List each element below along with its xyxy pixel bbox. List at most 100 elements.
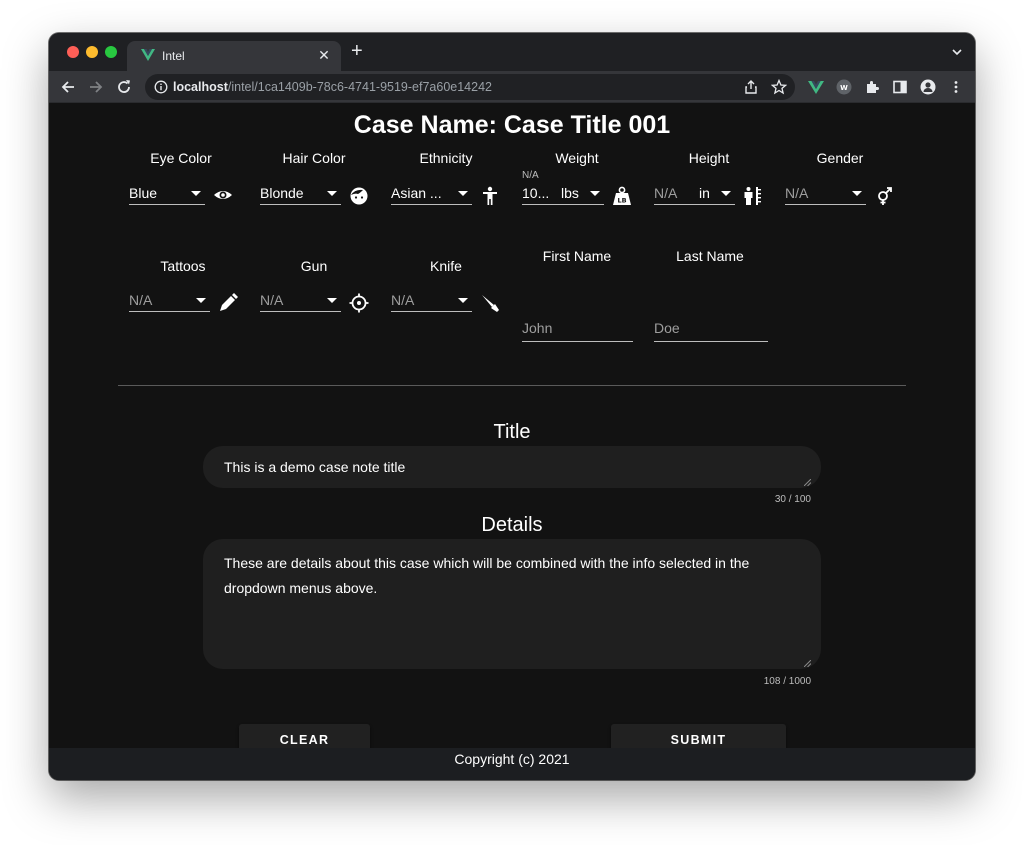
browser-tab[interactable]: Intel ✕ xyxy=(127,41,341,71)
svg-text:W: W xyxy=(840,84,848,92)
page-content: Case Name: Case Title 001 Eye Color Blue… xyxy=(49,103,975,780)
chevron-down-icon xyxy=(196,298,206,303)
knife-icon xyxy=(482,295,499,312)
gun-label: Gun xyxy=(300,258,328,274)
weight-unit-select[interactable]: lbs xyxy=(554,183,604,205)
gun-select[interactable]: N/A xyxy=(260,290,341,312)
height-unit-value: in xyxy=(699,185,710,201)
hair-color-field: Hair Color xyxy=(249,150,379,170)
ethnicity-label: Ethnicity xyxy=(419,150,473,166)
weight-value: 10... xyxy=(522,185,550,201)
bookmark-star-icon[interactable] xyxy=(771,79,787,95)
tab-strip: Intel ✕ + xyxy=(49,33,975,71)
title-heading: Title xyxy=(493,421,531,443)
chevron-down-icon xyxy=(327,191,337,196)
title-char-counter: 30 / 100 xyxy=(774,494,811,505)
gender-field: Gender xyxy=(775,150,905,170)
gender-icon xyxy=(878,187,892,205)
tattoos-value: N/A xyxy=(129,292,153,308)
case-name-heading: Case Name: Case Title 001 xyxy=(353,111,671,139)
chevron-down-icon xyxy=(721,191,731,196)
ethnicity-value: Asian ... xyxy=(391,185,442,201)
ethnicity-select[interactable]: Asian ... xyxy=(391,183,472,205)
forward-arrow-icon[interactable] xyxy=(88,79,104,95)
reload-icon[interactable] xyxy=(116,79,132,95)
title-textarea-wrapper: This is a demo case note title xyxy=(203,446,821,488)
profile-avatar-icon[interactable] xyxy=(920,79,936,95)
chevron-down-icon[interactable] xyxy=(951,46,963,58)
close-window-button[interactable] xyxy=(67,46,79,58)
crosshair-icon xyxy=(349,293,369,313)
eye-color-select[interactable]: Blue xyxy=(129,183,205,205)
weight-unit-value: lbs xyxy=(561,185,579,201)
eye-color-label: Eye Color xyxy=(150,150,212,166)
last-name-input-wrapper xyxy=(654,318,768,342)
last-name-field: Last Name xyxy=(645,248,775,268)
chevron-down-icon xyxy=(327,298,337,303)
last-name-input[interactable] xyxy=(654,318,768,336)
side-panel-icon[interactable] xyxy=(892,79,908,95)
knife-select[interactable]: N/A xyxy=(391,290,472,312)
browser-window: Intel ✕ + localhost/intel/1ca1409b-78c6-… xyxy=(49,33,975,780)
gun-value: N/A xyxy=(260,292,284,308)
tattoo-pen-icon xyxy=(220,293,238,311)
share-icon[interactable] xyxy=(743,79,759,95)
weight-label: Weight xyxy=(555,150,599,166)
svg-text:LB: LB xyxy=(617,197,626,205)
copyright-text: Copyright (c) 2021 xyxy=(454,751,570,767)
minimize-window-button[interactable] xyxy=(86,46,98,58)
height-value: N/A xyxy=(654,185,678,201)
tattoos-select[interactable]: N/A xyxy=(129,290,210,312)
chevron-down-icon xyxy=(590,191,600,196)
weight-input[interactable]: 10... xyxy=(522,183,554,205)
resize-grip-icon[interactable] xyxy=(804,479,811,486)
hair-color-value: Blonde xyxy=(260,185,304,201)
details-textarea-wrapper: These are details about this case which … xyxy=(203,539,821,669)
footer: Copyright (c) 2021 xyxy=(49,748,975,780)
eye-icon xyxy=(214,191,232,199)
first-name-field: First Name xyxy=(512,248,642,268)
address-bar[interactable]: localhost/intel/1ca1409b-78c6-4741-9519-… xyxy=(145,74,795,100)
weight-mini-label: N/A xyxy=(522,170,539,181)
hair-color-select[interactable]: Blonde xyxy=(260,183,341,205)
height-label: Height xyxy=(688,150,730,166)
url-text: localhost/intel/1ca1409b-78c6-4741-9519-… xyxy=(173,80,492,94)
knife-value: N/A xyxy=(391,292,415,308)
chevron-down-icon xyxy=(458,191,468,196)
tab-title: Intel xyxy=(162,49,185,63)
extensions-puzzle-icon[interactable] xyxy=(864,79,880,95)
vue-devtools-icon[interactable] xyxy=(808,79,824,95)
chevron-down-icon xyxy=(458,298,468,303)
resize-grip-icon[interactable] xyxy=(804,660,811,667)
vue-logo-icon xyxy=(141,49,155,61)
face-icon xyxy=(350,187,368,205)
first-name-label: First Name xyxy=(542,248,612,264)
url-path: /intel/1ca1409b-78c6-4741-9519-ef7a60e14… xyxy=(227,80,492,94)
tattoos-field: Tattoos xyxy=(118,258,248,278)
site-info-icon[interactable] xyxy=(154,80,168,94)
first-name-input[interactable] xyxy=(522,318,633,336)
maximize-window-button[interactable] xyxy=(105,46,117,58)
hair-color-label: Hair Color xyxy=(282,150,346,166)
gender-select[interactable]: N/A xyxy=(785,183,866,205)
height-input[interactable]: N/A xyxy=(654,183,686,205)
person-icon xyxy=(483,186,497,205)
chevron-down-icon xyxy=(191,191,201,196)
tab-close-icon[interactable]: ✕ xyxy=(316,47,332,64)
gun-field: Gun xyxy=(249,258,379,278)
back-arrow-icon[interactable] xyxy=(60,79,76,95)
chevron-down-icon xyxy=(852,191,862,196)
ethnicity-field: Ethnicity xyxy=(381,150,511,170)
section-divider xyxy=(118,385,906,386)
more-menu-icon[interactable] xyxy=(948,79,964,95)
new-tab-button[interactable]: + xyxy=(351,41,363,61)
title-textarea[interactable]: This is a demo case note title xyxy=(203,446,821,488)
gender-label: Gender xyxy=(816,150,864,166)
knife-label: Knife xyxy=(430,258,462,274)
height-unit-select[interactable]: in xyxy=(686,183,735,205)
height-icon xyxy=(744,187,761,205)
weight-icon: LB xyxy=(613,186,631,205)
wappalyzer-extension-icon[interactable]: W xyxy=(836,79,852,95)
details-textarea[interactable]: These are details about this case which … xyxy=(203,539,821,669)
url-host: localhost xyxy=(173,80,228,94)
